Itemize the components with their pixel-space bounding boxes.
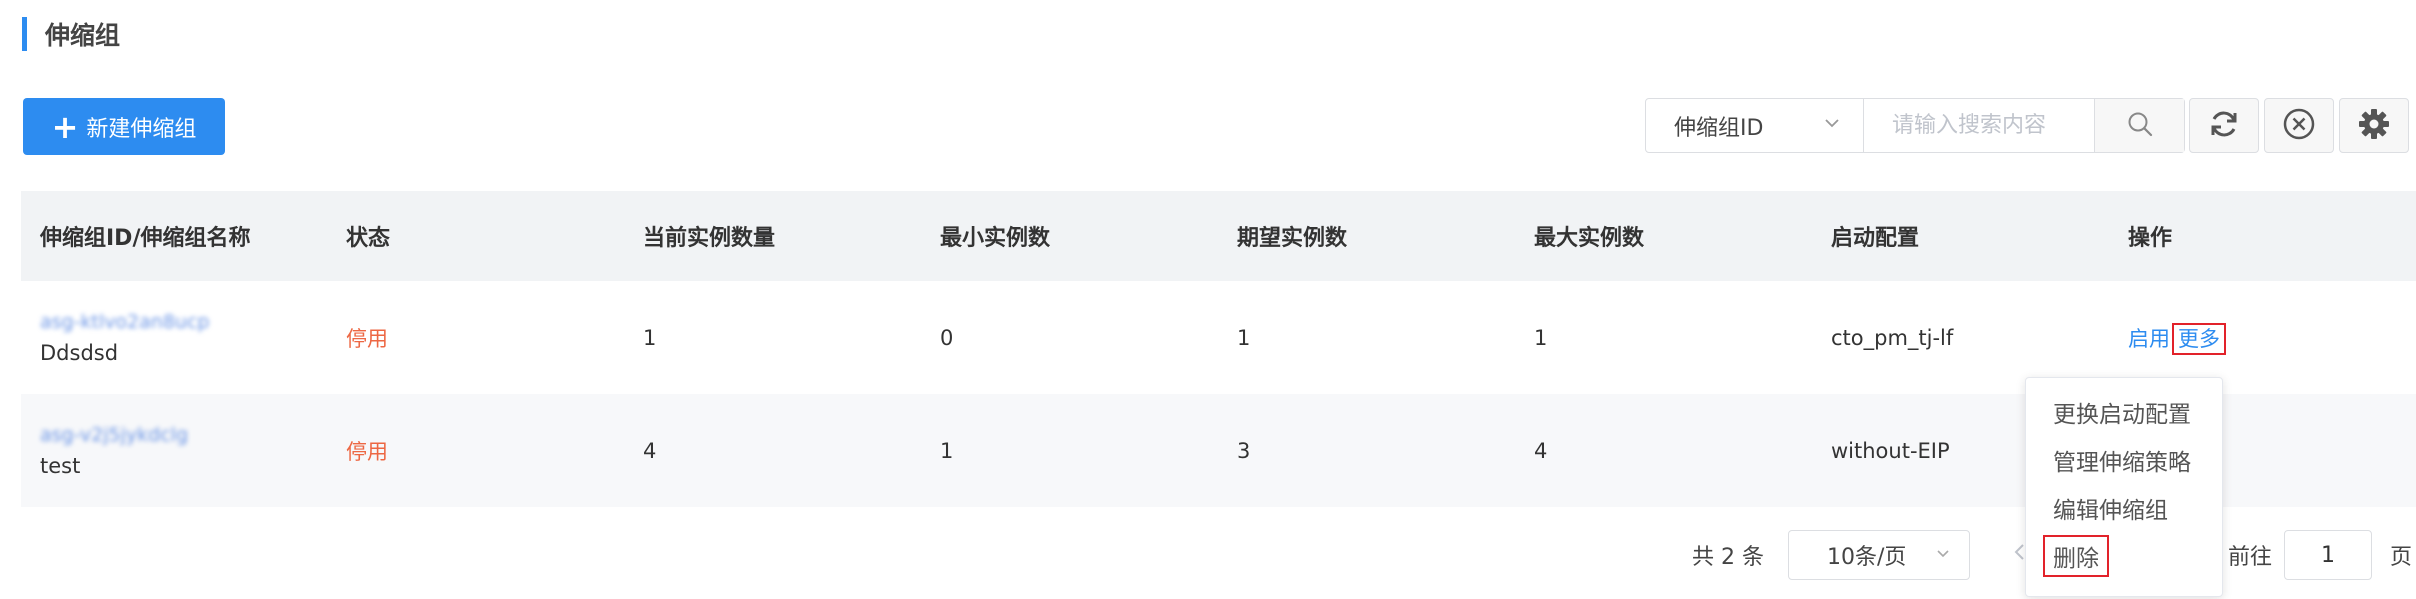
- page-title-bar: 伸缩组: [22, 17, 120, 51]
- table-header-row: 伸缩组ID/伸缩组名称 状态 当前实例数量 最小实例数 期望实例数 最大实例数 …: [21, 191, 2416, 281]
- refresh-button[interactable]: [2189, 98, 2259, 153]
- chevron-down-icon: [1823, 113, 1841, 138]
- settings-button[interactable]: [2339, 98, 2409, 153]
- gear-icon: [2357, 107, 2391, 145]
- plus-icon: +: [51, 107, 79, 146]
- page-title: 伸缩组: [45, 21, 121, 50]
- status-badge: 停用: [346, 326, 388, 351]
- menu-item-manage-scaling-policy[interactable]: 管理伸缩策略: [2026, 436, 2222, 484]
- refresh-icon: [2208, 108, 2240, 144]
- desired-instances: 1: [1237, 325, 1251, 350]
- current-instances: 4: [643, 438, 657, 463]
- group-id-link[interactable]: asg-ktlvo2an8ucp: [40, 311, 327, 333]
- status-badge: 停用: [346, 439, 388, 464]
- column-header: 最大实例数: [1534, 226, 1645, 251]
- group-id-name-cell: asg-ktlvo2an8ucp Ddsdsd: [21, 311, 327, 365]
- create-button-label: 新建伸缩组: [86, 116, 197, 142]
- group-name: test: [40, 453, 81, 478]
- menu-item-change-launch-config[interactable]: 更换启动配置: [2026, 388, 2222, 436]
- chevron-down-icon: [1935, 543, 1951, 568]
- column-header: 状态: [346, 226, 391, 251]
- search-field-select[interactable]: 伸缩组ID: [1646, 99, 1864, 152]
- clear-button[interactable]: [2264, 98, 2334, 153]
- desired-instances: 3: [1237, 438, 1251, 463]
- search-input[interactable]: [1864, 99, 2094, 152]
- min-instances: 1: [940, 438, 954, 463]
- search-icon: [2126, 110, 2154, 142]
- column-header: 操作: [2128, 226, 2173, 251]
- group-id-name-cell: asg-v2j5jykdclg test: [21, 424, 327, 478]
- goto-prefix: 前往: [2228, 545, 2273, 570]
- menu-item-delete-label: 删除: [2043, 535, 2109, 577]
- search-field-value: 伸缩组ID: [1674, 115, 1764, 141]
- launch-config: cto_pm_tj-lf: [1831, 325, 1954, 350]
- group-id-link[interactable]: asg-v2j5jykdclg: [40, 424, 327, 446]
- max-instances: 4: [1534, 438, 1548, 463]
- goto-page-input[interactable]: [2284, 530, 2373, 580]
- column-header: 最小实例数: [940, 226, 1051, 251]
- max-instances: 1: [1534, 325, 1548, 350]
- create-scaling-group-button[interactable]: + 新建伸缩组: [23, 98, 225, 155]
- enable-link[interactable]: 启用: [2128, 327, 2170, 351]
- group-name: Ddsdsd: [40, 340, 119, 365]
- pagination-goto: 前往 页: [2228, 530, 2412, 580]
- column-header: 伸缩组ID/伸缩组名称: [40, 226, 251, 251]
- column-header: 启动配置: [1831, 226, 1920, 251]
- column-header: 当前实例数量: [643, 226, 776, 251]
- search-group: 伸缩组ID: [1645, 98, 2185, 153]
- column-header: 期望实例数: [1237, 226, 1348, 251]
- title-accent-bar: [22, 17, 27, 51]
- search-button[interactable]: [2094, 99, 2184, 152]
- page-size-select[interactable]: 10条/页: [1788, 530, 1970, 580]
- more-actions-menu: 更换启动配置 管理伸缩策略 编辑伸缩组 删除: [2025, 377, 2223, 597]
- goto-suffix: 页: [2390, 545, 2413, 570]
- clear-circle-icon: [2282, 107, 2316, 145]
- current-instances: 1: [643, 325, 657, 350]
- actions-cell: 启用 更多: [2109, 322, 2409, 355]
- min-instances: 0: [940, 325, 954, 350]
- menu-item-edit-scaling-group[interactable]: 编辑伸缩组: [2026, 484, 2222, 532]
- menu-item-delete[interactable]: 删除: [2026, 532, 2222, 580]
- page-size-value: 10条/页: [1827, 545, 1907, 570]
- pagination-total: 共 2 条: [1692, 545, 1764, 570]
- more-link[interactable]: 更多: [2172, 322, 2226, 355]
